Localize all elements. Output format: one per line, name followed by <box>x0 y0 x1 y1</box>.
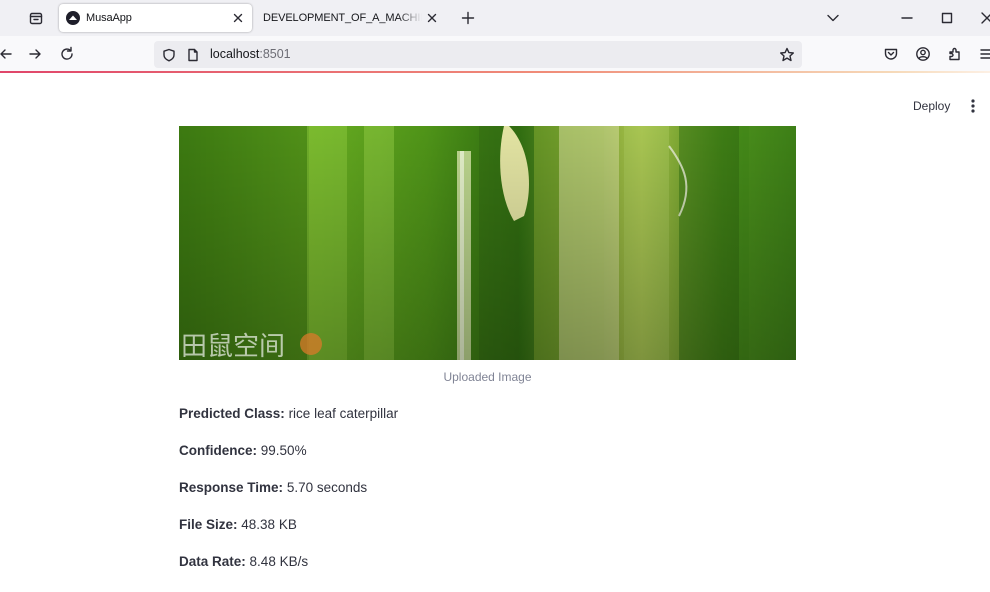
result-label: Confidence: <box>179 443 258 458</box>
result-label: Response Time: <box>179 480 284 495</box>
tab-title: MusaApp <box>86 12 132 24</box>
pocket-icon[interactable] <box>879 42 903 66</box>
result-value: 5.70 seconds <box>286 480 368 495</box>
result-value: 99.50% <box>260 443 307 458</box>
result-response-time: Response Time: 5.70 seconds <box>179 480 367 495</box>
close-window-icon[interactable] <box>973 4 990 32</box>
result-value: 48.38 KB <box>241 517 297 532</box>
result-value: 8.48 KB/s <box>249 554 309 569</box>
result-file-size: File Size: 48.38 KB <box>179 517 297 532</box>
result-value: rice leaf caterpillar <box>288 406 399 421</box>
deploy-button[interactable]: Deploy <box>905 94 958 118</box>
tab-musaapp[interactable]: MusaApp <box>59 4 252 32</box>
tab-list-icon[interactable] <box>24 6 48 30</box>
address-bar[interactable]: localhost:8501 <box>154 41 802 68</box>
tab-development-doc[interactable]: DEVELOPMENT_OF_A_MACHINE_LE <box>255 4 446 32</box>
result-confidence: Confidence: 99.50% <box>179 443 307 458</box>
tracking-protection-shield-icon[interactable] <box>160 46 178 64</box>
browser-tab-strip: MusaApp DEVELOPMENT_OF_A_MACHINE_LE <box>0 0 990 36</box>
app-menu-hamburger-icon[interactable] <box>975 42 990 66</box>
result-label: Predicted Class: <box>179 406 285 421</box>
image-caption: Uploaded Image <box>443 370 532 384</box>
reload-icon[interactable] <box>55 42 79 66</box>
result-predicted-class: Predicted Class: rice leaf caterpillar <box>179 406 398 421</box>
close-tab-icon[interactable] <box>228 8 248 28</box>
url-port: :8501 <box>259 47 291 61</box>
back-arrow-icon[interactable] <box>0 42 18 66</box>
streamlit-favicon-icon <box>66 11 80 25</box>
page-info-document-icon[interactable] <box>184 46 202 64</box>
browser-nav-bar: localhost:8501 <box>0 36 990 72</box>
result-data-rate: Data Rate: 8.48 KB/s <box>179 554 308 569</box>
uploaded-rice-leaf-image: 田鼠空间 <box>179 126 796 360</box>
image-watermark: 田鼠空间 <box>181 332 285 360</box>
page-load-progress-bar <box>0 71 990 73</box>
extensions-puzzle-icon[interactable] <box>943 42 967 66</box>
tab-overflow-chevron-down-icon[interactable] <box>819 4 847 32</box>
bookmark-star-icon[interactable] <box>778 46 796 64</box>
url-text[interactable]: localhost:8501 <box>210 47 291 61</box>
tab-title: DEVELOPMENT_OF_A_MACHINE_LE <box>263 12 422 24</box>
url-host: localhost <box>210 47 260 61</box>
result-label: File Size: <box>179 517 238 532</box>
account-icon[interactable] <box>911 42 935 66</box>
main-menu-kebab-icon[interactable] <box>964 94 982 118</box>
maximize-icon[interactable] <box>933 4 961 32</box>
minimize-icon[interactable] <box>893 4 921 32</box>
result-label: Data Rate: <box>179 554 246 569</box>
forward-arrow-icon[interactable] <box>23 42 47 66</box>
new-tab-plus-icon[interactable] <box>456 6 480 30</box>
close-tab-icon[interactable] <box>422 8 442 28</box>
